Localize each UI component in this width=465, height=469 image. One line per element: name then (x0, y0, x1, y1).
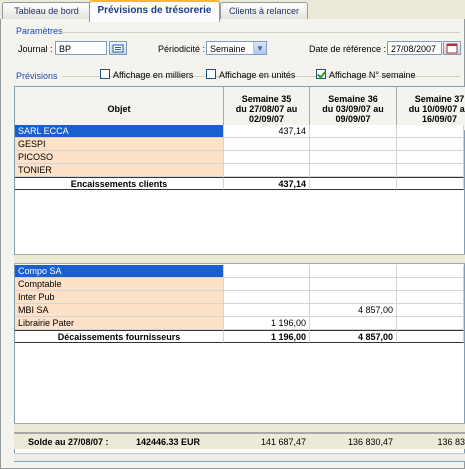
section-splitter[interactable] (14, 423, 465, 433)
total-value: 4 857,00 (310, 330, 397, 343)
affichage-unites-checkbox[interactable] (206, 69, 216, 79)
total-value: 437,14 (224, 177, 310, 190)
affichage-unites-label: Affichage en unités (219, 70, 296, 80)
parametres-separator (60, 32, 460, 33)
row-value[interactable] (310, 278, 397, 291)
solde-value: 136 830,47 (347, 437, 393, 447)
row-value[interactable] (397, 317, 464, 330)
row-name[interactable]: TONIER (15, 164, 224, 177)
parametres-legend: Paramètres (16, 26, 63, 36)
list-icon (112, 44, 124, 53)
row-value[interactable] (397, 278, 464, 291)
row-value[interactable]: 1 196,00 (224, 317, 310, 330)
section-splitter[interactable] (14, 254, 465, 264)
total-value: 1 196,00 (224, 330, 310, 343)
previsions-grid[interactable]: Objet Semaine 35 du 27/08/07 au 02/09/07… (14, 86, 465, 462)
date-reference-field[interactable]: 27/08/2007 (387, 41, 442, 55)
row-value[interactable] (397, 151, 464, 164)
table-row[interactable]: Compo SA (15, 265, 464, 278)
periodicite-value: Semaine (210, 44, 246, 54)
table-row[interactable]: TONIER (15, 164, 464, 177)
periodicite-select[interactable]: Semaine ▼ (206, 41, 267, 55)
affichage-semaine-label: Affichage N° semaine (329, 70, 416, 80)
solde-label: Solde au 27/08/07 : (28, 437, 109, 447)
tab-bar: Tableau de bord Prévisions de trésorerie… (0, 0, 465, 22)
journal-label: Journal : (18, 44, 53, 54)
row-name[interactable]: Comptable (15, 278, 224, 291)
table-row[interactable]: GESPI (15, 138, 464, 151)
chevron-down-icon[interactable]: ▼ (253, 42, 266, 54)
row-name[interactable]: Librairie Pater (15, 317, 224, 330)
row-value[interactable] (397, 125, 464, 138)
total-value (397, 330, 464, 343)
periodicite-label: Périodicité : (158, 44, 206, 54)
total-value (310, 177, 397, 190)
tab-tableau-de-bord[interactable]: Tableau de bord (2, 2, 91, 19)
row-value[interactable] (310, 138, 397, 151)
table-row[interactable]: Inter Pub (15, 291, 464, 304)
row-value[interactable] (397, 291, 464, 304)
tab-clients-a-relancer[interactable]: Clients à relancer (220, 2, 308, 19)
total-name: Décaissements fournisseurs (15, 330, 224, 343)
row-value[interactable] (397, 164, 464, 177)
row-value[interactable] (310, 151, 397, 164)
total-row-encaissements[interactable]: Encaissements clients 437,14 (15, 177, 464, 190)
row-value[interactable]: 4 857,00 (310, 304, 397, 317)
journal-field[interactable]: BP (55, 41, 107, 55)
previsions-legend: Prévisions (16, 71, 58, 81)
row-name[interactable]: MBI SA (15, 304, 224, 317)
row-name[interactable]: Compo SA (15, 265, 224, 278)
table-row[interactable]: Comptable (15, 278, 464, 291)
row-value[interactable]: 437,14 (224, 125, 310, 138)
row-value[interactable] (224, 278, 310, 291)
row-value[interactable] (310, 265, 397, 278)
solde-value: 136 83 (437, 437, 465, 447)
column-header-line: 02/09/07 (248, 113, 285, 124)
tab-previsions-tresorerie[interactable]: Prévisions de trésorerie (89, 0, 220, 22)
row-value[interactable] (310, 317, 397, 330)
row-value[interactable] (224, 138, 310, 151)
column-header-line: Semaine 37 (414, 93, 465, 104)
total-value (397, 177, 464, 190)
row-name[interactable]: PICOSO (15, 151, 224, 164)
solde-footer: Solde au 27/08/07 : 142446.33 EUR 141 68… (14, 433, 465, 449)
row-value[interactable] (224, 265, 310, 278)
row-value[interactable] (397, 304, 464, 317)
row-value[interactable] (397, 138, 464, 151)
solde-amount: 142446.33 EUR (136, 437, 201, 447)
calendar-button[interactable] (443, 41, 461, 55)
column-header-line: Semaine 36 (328, 93, 378, 104)
row-value[interactable] (224, 291, 310, 304)
journal-lookup-button[interactable] (109, 41, 127, 55)
row-value[interactable] (310, 291, 397, 304)
row-value[interactable] (397, 265, 464, 278)
affichage-milliers-label: Affichage en milliers (113, 70, 194, 80)
column-header-line: 09/09/07 (335, 113, 371, 124)
calendar-icon (446, 43, 458, 54)
column-header-line: Semaine 35 (241, 93, 292, 104)
table-row[interactable]: MBI SA 4 857,00 (15, 304, 464, 317)
table-row[interactable]: PICOSO (15, 151, 464, 164)
date-reference-label: Date de référence : (309, 44, 387, 54)
column-header-line: 16/09/07 (421, 113, 458, 124)
horizontal-scrollbar[interactable] (14, 453, 465, 461)
column-header-line: du 27/08/07 au (235, 103, 298, 114)
column-header-line: du 03/09/07 au (322, 103, 384, 114)
affichage-semaine-checkbox[interactable] (316, 69, 326, 79)
row-value[interactable] (224, 304, 310, 317)
solde-value: 141 687,47 (260, 437, 306, 447)
row-name[interactable]: GESPI (15, 138, 224, 151)
row-value[interactable] (224, 151, 310, 164)
row-name[interactable]: SARL ECCA (15, 125, 224, 138)
column-header-line: du 10/09/07 au (408, 103, 465, 114)
table-row[interactable]: SARL ECCA 437,14 (15, 125, 464, 138)
total-row-decaissements[interactable]: Décaissements fournisseurs 1 196,00 4 85… (15, 330, 464, 343)
table-row[interactable]: Librairie Pater 1 196,00 (15, 317, 464, 330)
row-name[interactable]: Inter Pub (15, 291, 224, 304)
row-value[interactable] (310, 164, 397, 177)
row-value[interactable] (310, 125, 397, 138)
row-value[interactable] (224, 164, 310, 177)
total-name: Encaissements clients (15, 177, 224, 190)
affichage-milliers-checkbox[interactable] (100, 69, 110, 79)
